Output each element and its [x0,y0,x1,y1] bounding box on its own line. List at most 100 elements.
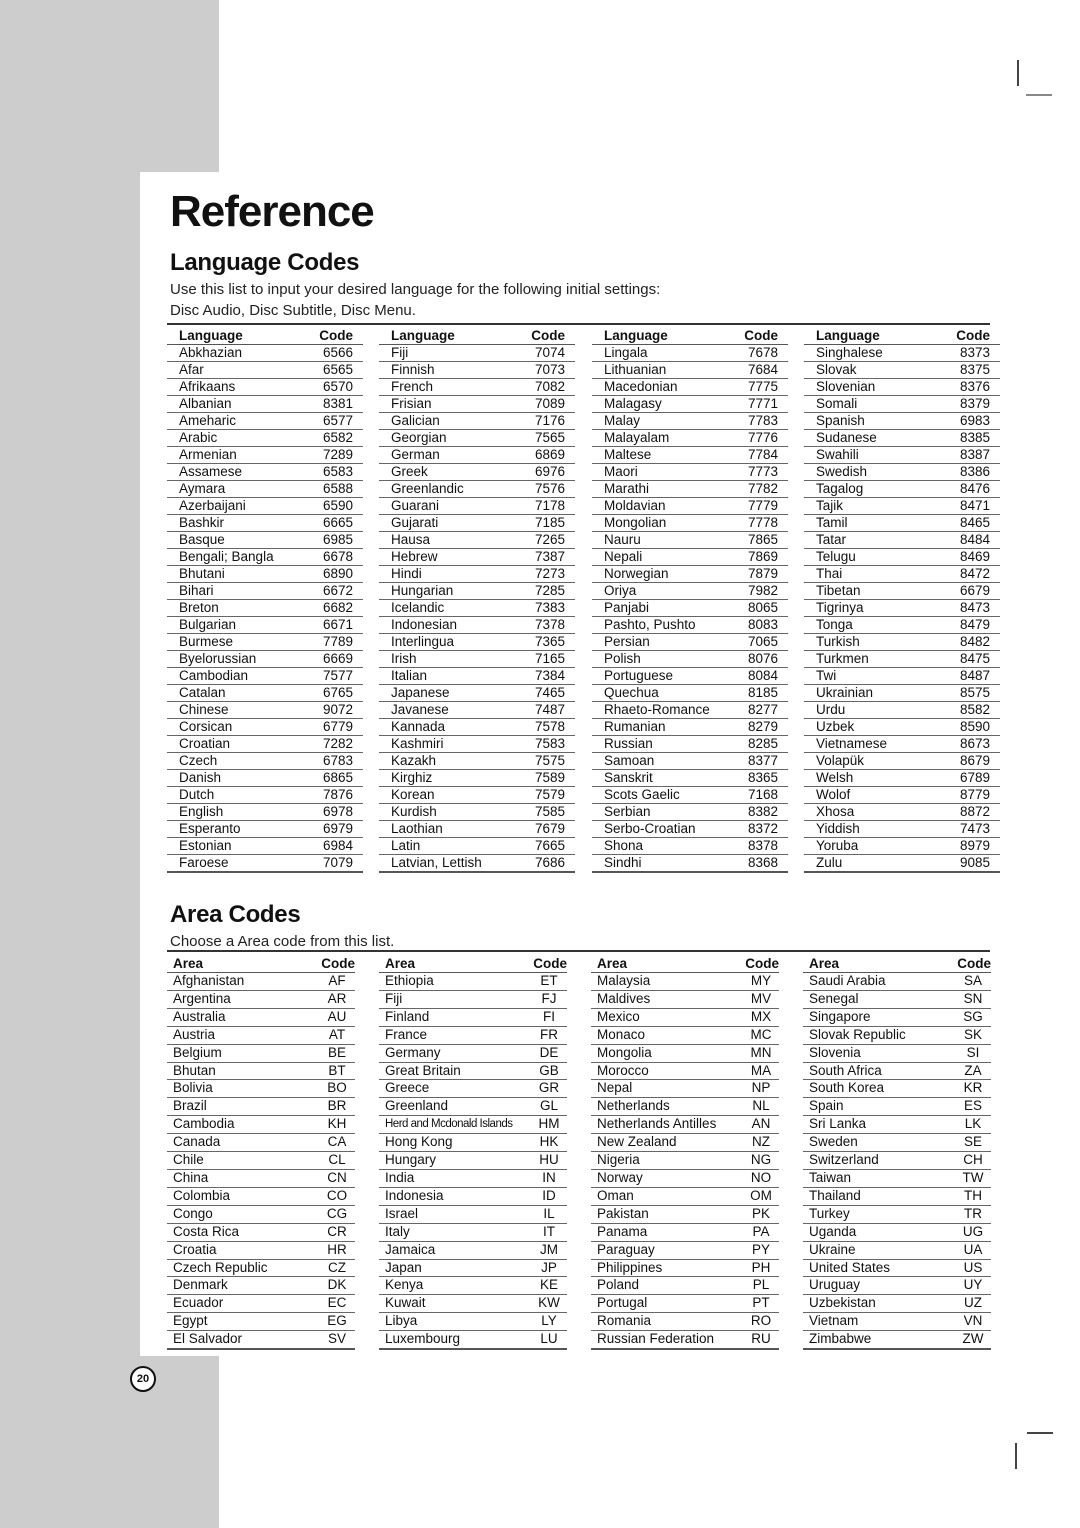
table-row: Afrikaans 6570 [167,378,363,396]
row-name: Rumanian [592,718,718,736]
row-code: MY [737,972,779,991]
table-row: Malagasy 7771 [592,395,788,413]
row-code: EC [313,1294,355,1314]
row-name: Sri Lanka [803,1115,949,1135]
table-row: Bihari 6672 [167,582,363,600]
table-row: Bashkir 6665 [167,514,363,532]
row-name: Bashkir [167,514,293,532]
row-code: 8582 [930,701,1000,719]
row-name: Serbian [592,803,718,821]
row-name: Byelorussian [167,650,293,668]
row-code: 8575 [930,684,1000,702]
row-name: Czech Republic [167,1259,313,1278]
row-name: India [379,1169,525,1188]
table-row: Uganda UG [803,1223,991,1242]
row-name: Marathi [592,480,718,498]
row-name: Arabic [167,429,293,447]
row-name: Interlingua [379,633,505,651]
column-header-code: Code [293,327,363,345]
table-row: Luxembourg LU [379,1330,567,1351]
table-row: Greece GR [379,1079,567,1099]
table-row: Oman OM [591,1187,779,1206]
table-row: Frisian 7089 [379,395,575,413]
row-code: 6577 [293,412,363,430]
row-code: UY [949,1276,991,1296]
margin-band-top [0,0,219,172]
language-codes-intro: Use this list to input your desired lang… [170,279,660,321]
row-code: 7487 [505,701,575,719]
table-row: Finnish 7073 [379,361,575,379]
row-name: Greenlandic [379,480,505,498]
table-row: Romania RO [591,1312,779,1332]
row-code: 8076 [718,650,788,668]
table-row: Netherlands Antilles AN [591,1115,779,1135]
row-name: Portuguese [592,667,718,685]
table-row: Egypt EG [167,1312,355,1332]
row-code: 7565 [505,429,575,447]
row-code: 9085 [930,854,1000,873]
row-name: Welsh [804,769,930,787]
row-code: UA [949,1241,991,1260]
table-row: Hungary HU [379,1151,567,1170]
row-name: Pashto, Pushto [592,616,718,634]
row-code: HU [525,1151,567,1170]
table-row: Slovak 8375 [804,361,1000,379]
table-row: French 7082 [379,378,575,396]
row-name: Spanish [804,412,930,430]
row-code: DE [525,1044,567,1063]
row-name: Greece [379,1079,525,1099]
crop-mark-bottom-horizontal [1027,1432,1053,1434]
table-row: Colombia CO [167,1187,355,1206]
table-row: Bulgarian 6671 [167,616,363,634]
row-name: Kashmiri [379,735,505,753]
table-row: Danish 6865 [167,769,363,787]
row-code: CZ [313,1259,355,1278]
row-name: Hungary [379,1151,525,1170]
row-code: CR [313,1223,355,1242]
table-row: Denmark DK [167,1276,355,1296]
table-row: Maldives MV [591,990,779,1009]
row-name: Galician [379,412,505,430]
row-name: Sudanese [804,429,930,447]
margin-band-middle [0,172,140,1356]
table-row: Kenya KE [379,1276,567,1296]
row-code: 7686 [505,854,575,873]
table-row: Hong Kong HK [379,1133,567,1153]
row-name: Maltese [592,446,718,464]
row-name: Bhutan [167,1062,313,1081]
table-row: Bolivia BO [167,1079,355,1099]
column-header-code: Code [313,955,355,973]
row-code: 8679 [930,752,1000,770]
row-name: Shona [592,837,718,855]
crop-mark-top-vertical [1017,60,1019,86]
row-code: 8382 [718,803,788,821]
row-code: 7589 [505,769,575,787]
table-row: Slovenia SI [803,1044,991,1063]
table-row: Singhalese 8373 [804,344,1000,362]
row-code: 8465 [930,514,1000,532]
crop-mark-bottom-vertical [1015,1443,1017,1469]
row-code: LY [525,1312,567,1332]
table-row: New Zealand NZ [591,1133,779,1153]
row-code: GB [525,1062,567,1081]
row-code: SA [949,972,991,991]
row-name: Cambodian [167,667,293,685]
row-code: FJ [525,990,567,1009]
row-code: IL [525,1205,567,1224]
row-name: Bolivia [167,1079,313,1099]
table-row: Turkish 8482 [804,633,1000,651]
row-name: Costa Rica [167,1223,313,1242]
row-code: 7185 [505,514,575,532]
table-row: Portugal PT [591,1294,779,1314]
row-code: 7165 [505,650,575,668]
table-row: Czech 6783 [167,752,363,770]
table-row: Argentina AR [167,990,355,1009]
row-name: Swedish [804,463,930,481]
table-row: Norway NO [591,1169,779,1188]
row-code: 6672 [293,582,363,600]
table-row: Shona 8378 [592,837,788,855]
table-row: Ethiopia ET [379,972,567,991]
table-row: South Africa ZA [803,1062,991,1081]
row-code: PT [737,1294,779,1314]
lang-table-4: Language Code Singhalese 8373 Slovak 8375 Slov… [804,327,1000,873]
